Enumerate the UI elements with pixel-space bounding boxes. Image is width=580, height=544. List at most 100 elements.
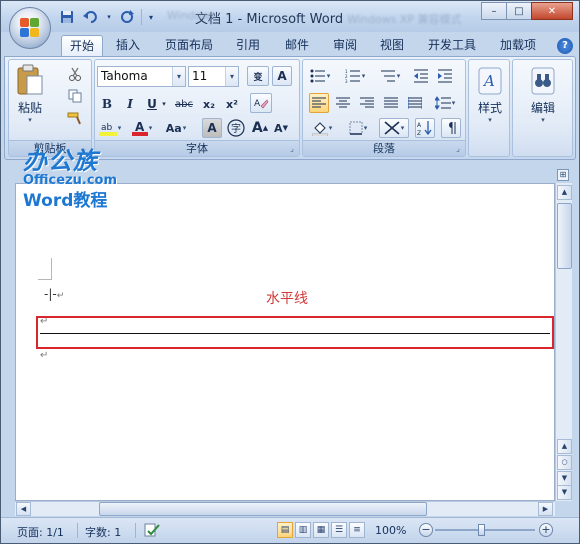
- tab-developer[interactable]: 开发工具: [420, 35, 484, 57]
- shading-button[interactable]: ▾: [307, 118, 337, 138]
- underline-dropdown-icon[interactable]: ▾: [159, 94, 169, 114]
- zoom-slider-track[interactable]: [435, 529, 535, 531]
- italic-button[interactable]: I: [120, 94, 140, 114]
- office-button[interactable]: [9, 7, 51, 49]
- text-cursor: -|-↵: [44, 287, 65, 301]
- cut-icon[interactable]: [65, 64, 85, 84]
- font-size-dropdown-icon[interactable]: ▾: [225, 67, 238, 86]
- scroll-up-icon[interactable]: ▲: [557, 185, 572, 200]
- scroll-down-icon[interactable]: ▼: [557, 485, 572, 500]
- tab-insert[interactable]: 插入: [108, 35, 148, 57]
- tab-home[interactable]: 开始: [61, 35, 104, 57]
- sort-icon[interactable]: AZ: [415, 118, 435, 138]
- horizontal-line[interactable]: [40, 333, 550, 334]
- styles-label: 样式: [477, 101, 502, 115]
- vertical-scroll-thumb[interactable]: [557, 203, 572, 269]
- close-button[interactable]: ✕: [531, 2, 573, 20]
- web-layout-view-icon[interactable]: ▦: [313, 522, 329, 538]
- character-border-button[interactable]: A: [272, 66, 292, 86]
- format-painter-icon[interactable]: [65, 108, 85, 128]
- redo-icon[interactable]: [117, 8, 137, 26]
- clear-formatting-icon[interactable]: A: [250, 93, 272, 113]
- justify-icon[interactable]: [381, 93, 401, 113]
- subscript-button[interactable]: x₂: [199, 94, 219, 114]
- customize-qat-icon[interactable]: ▾: [146, 8, 156, 26]
- previous-page-icon[interactable]: ▲: [557, 439, 572, 454]
- word-window: ▾ ▾ Windows 文档 1 - Microsoft Word Window…: [0, 0, 580, 544]
- proofing-icon[interactable]: [143, 522, 161, 541]
- zoom-level[interactable]: 100%: [375, 524, 406, 537]
- paragraph-launcher-icon[interactable]: ⌟: [453, 144, 463, 154]
- increase-indent-icon[interactable]: [435, 66, 455, 86]
- zoom-in-icon[interactable]: +: [539, 523, 553, 537]
- show-hide-marks-icon[interactable]: [441, 118, 461, 138]
- zoom-slider-thumb[interactable]: [478, 524, 485, 536]
- highlight-color-button[interactable]: ab ▾: [97, 118, 123, 138]
- bullets-icon: [310, 69, 325, 83]
- horizontal-scroll-thumb[interactable]: [99, 502, 427, 516]
- tab-references[interactable]: 引用: [228, 35, 268, 57]
- font-group: Tahoma ▾ 11 ▾ 变 A B I U ▾ abc x₂ x² A ab…: [94, 59, 300, 157]
- align-right-icon[interactable]: [357, 93, 377, 113]
- tab-addins[interactable]: 加载项: [492, 35, 544, 57]
- undo-dropdown-icon[interactable]: ▾: [105, 8, 113, 26]
- scroll-left-icon[interactable]: ◀: [16, 502, 31, 516]
- font-size-combo[interactable]: 11 ▾: [188, 66, 239, 87]
- maximize-button[interactable]: □: [506, 2, 532, 20]
- grow-font-button[interactable]: A ▲: [250, 118, 270, 138]
- copy-icon[interactable]: [65, 86, 85, 106]
- numbering-button[interactable]: 1 2 3 ▾: [340, 66, 370, 86]
- highlight-icon: ab: [98, 123, 117, 136]
- status-separator: [77, 523, 78, 538]
- highlight-box: ↵: [36, 316, 554, 349]
- save-icon[interactable]: [57, 8, 77, 26]
- zoom-out-icon[interactable]: −: [419, 523, 433, 537]
- font-launcher-icon[interactable]: ⌟: [287, 144, 297, 154]
- horizontal-scrollbar[interactable]: ◀ ▶: [15, 501, 555, 516]
- enclose-characters-button[interactable]: 字: [226, 118, 246, 138]
- change-case-button[interactable]: Aa ▾: [161, 118, 191, 138]
- minimize-button[interactable]: –: [481, 2, 507, 20]
- outline-view-icon[interactable]: ☰: [331, 522, 347, 538]
- print-layout-view-icon[interactable]: ▤: [277, 522, 293, 538]
- decrease-indent-icon[interactable]: [411, 66, 431, 86]
- paste-button[interactable]: 粘贴 ▾: [13, 64, 47, 124]
- view-ruler-icon[interactable]: ⊞: [557, 169, 569, 181]
- bold-button[interactable]: B: [97, 94, 117, 114]
- align-left-icon[interactable]: [309, 93, 329, 113]
- character-shading-button[interactable]: A: [202, 118, 222, 138]
- vertical-scrollbar[interactable]: ▲ ▲ ○ ▼ ▼: [555, 183, 572, 501]
- next-page-icon[interactable]: ▼: [557, 471, 572, 486]
- font-name-dropdown-icon[interactable]: ▾: [172, 67, 185, 86]
- shrink-font-button[interactable]: A ▼: [271, 118, 291, 138]
- word-count[interactable]: 字数: 1: [85, 524, 121, 540]
- styles-button[interactable]: A 样式 ▾: [471, 66, 509, 124]
- multilevel-list-button[interactable]: ▾: [375, 66, 405, 86]
- align-center-icon[interactable]: [333, 93, 353, 113]
- tab-page-layout[interactable]: 页面布局: [157, 35, 221, 57]
- phonetic-guide-button[interactable]: 变: [247, 66, 269, 86]
- tab-view[interactable]: 视图: [372, 35, 412, 57]
- bullets-button[interactable]: ▾: [305, 66, 335, 86]
- distributed-icon[interactable]: [405, 93, 425, 113]
- draft-view-icon[interactable]: ≡: [349, 522, 365, 538]
- help-icon[interactable]: ?: [557, 38, 573, 54]
- borders-button[interactable]: ▾: [343, 118, 373, 138]
- strikethrough-button[interactable]: abc: [172, 94, 196, 114]
- quick-access-toolbar: ▾ ▾: [57, 7, 156, 27]
- chinese-layout-button[interactable]: ▾: [379, 118, 409, 138]
- font-name-combo[interactable]: Tahoma ▾: [97, 66, 186, 87]
- page-count[interactable]: 页面: 1/1: [17, 524, 64, 540]
- editing-button[interactable]: 编辑 ▾: [521, 66, 565, 124]
- tab-review[interactable]: 审阅: [325, 35, 365, 57]
- superscript-button[interactable]: x²: [222, 94, 242, 114]
- scroll-right-icon[interactable]: ▶: [538, 502, 553, 516]
- full-screen-reading-view-icon[interactable]: ▥: [295, 522, 311, 538]
- undo-icon[interactable]: [81, 8, 101, 26]
- tab-mailings[interactable]: 邮件: [277, 35, 317, 57]
- line-spacing-button[interactable]: ▾: [430, 93, 460, 113]
- browse-object-icon[interactable]: ○: [557, 455, 572, 470]
- document-page[interactable]: -|-↵ 水平线 ↵ ↵: [15, 183, 555, 501]
- font-color-button[interactable]: A ▾: [129, 118, 155, 138]
- ribbon-tab-row: 开始 插入 页面布局 引用 邮件 审阅 视图 开发工具 加载项 ?: [1, 32, 579, 57]
